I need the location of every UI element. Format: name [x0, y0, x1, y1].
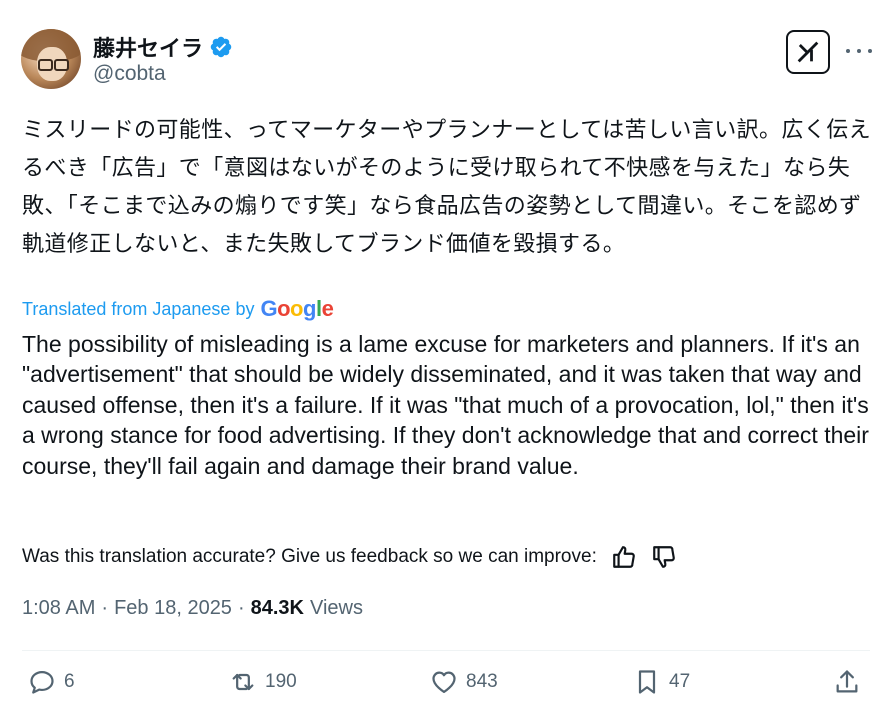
reply-icon — [30, 670, 54, 694]
translated-text: The possibility of misleading is a lame … — [22, 331, 869, 479]
thumbs-down-icon[interactable] — [651, 544, 677, 570]
feedback-prompt: Was this translation accurate? Give us f… — [22, 546, 597, 567]
google-logo: Google — [260, 296, 334, 321]
repost-count: 190 — [265, 671, 297, 692]
bookmark-icon — [638, 670, 656, 694]
repost-icon — [232, 673, 254, 691]
author-name-row[interactable]: 藤井セイラ — [93, 31, 233, 63]
tweet-time[interactable]: 1:08 AM — [22, 597, 95, 620]
tweet-text: ミスリードの可能性、ってマーケターやプランナーとしては苦しい言い訳。広く伝えるべ… — [22, 117, 872, 256]
like-button[interactable]: 843 — [430, 668, 498, 696]
bookmark-button[interactable]: 47 — [633, 668, 690, 696]
translated-from-label[interactable]: Translated from Japanese by — [22, 299, 254, 320]
repost-button[interactable]: 190 — [229, 668, 297, 696]
meta-separator: · — [101, 597, 109, 619]
bookmark-count: 47 — [669, 671, 691, 692]
display-name[interactable]: 藤井セイラ — [93, 31, 203, 63]
translation-feedback: Was this translation accurate? Give us f… — [22, 544, 677, 570]
like-icon — [432, 671, 456, 694]
meta-separator: · — [237, 597, 245, 619]
views-label: Views — [309, 597, 363, 619]
verified-badge-icon — [209, 35, 233, 59]
grok-icon[interactable] — [786, 30, 830, 74]
action-bar: 6 190 843 47 — [0, 668, 892, 708]
thumbs-up-icon[interactable] — [611, 544, 637, 570]
share-button[interactable] — [833, 668, 861, 696]
reply-count: 6 — [64, 671, 75, 692]
views-count: 84.3K — [250, 597, 304, 619]
translation-attribution: Translated from Japanese by Google — [22, 296, 334, 322]
tweet-meta: 1:08 AM · Feb 18, 2025 · 84.3K Views — [22, 597, 363, 620]
avatar[interactable] — [21, 29, 81, 89]
like-count: 843 — [466, 671, 498, 692]
more-icon[interactable] — [846, 44, 872, 58]
author-handle[interactable]: @cobta — [93, 62, 166, 86]
divider — [22, 650, 870, 651]
reply-button[interactable]: 6 — [28, 668, 75, 696]
share-icon — [836, 670, 858, 693]
tweet-date[interactable]: Feb 18, 2025 — [114, 597, 232, 620]
